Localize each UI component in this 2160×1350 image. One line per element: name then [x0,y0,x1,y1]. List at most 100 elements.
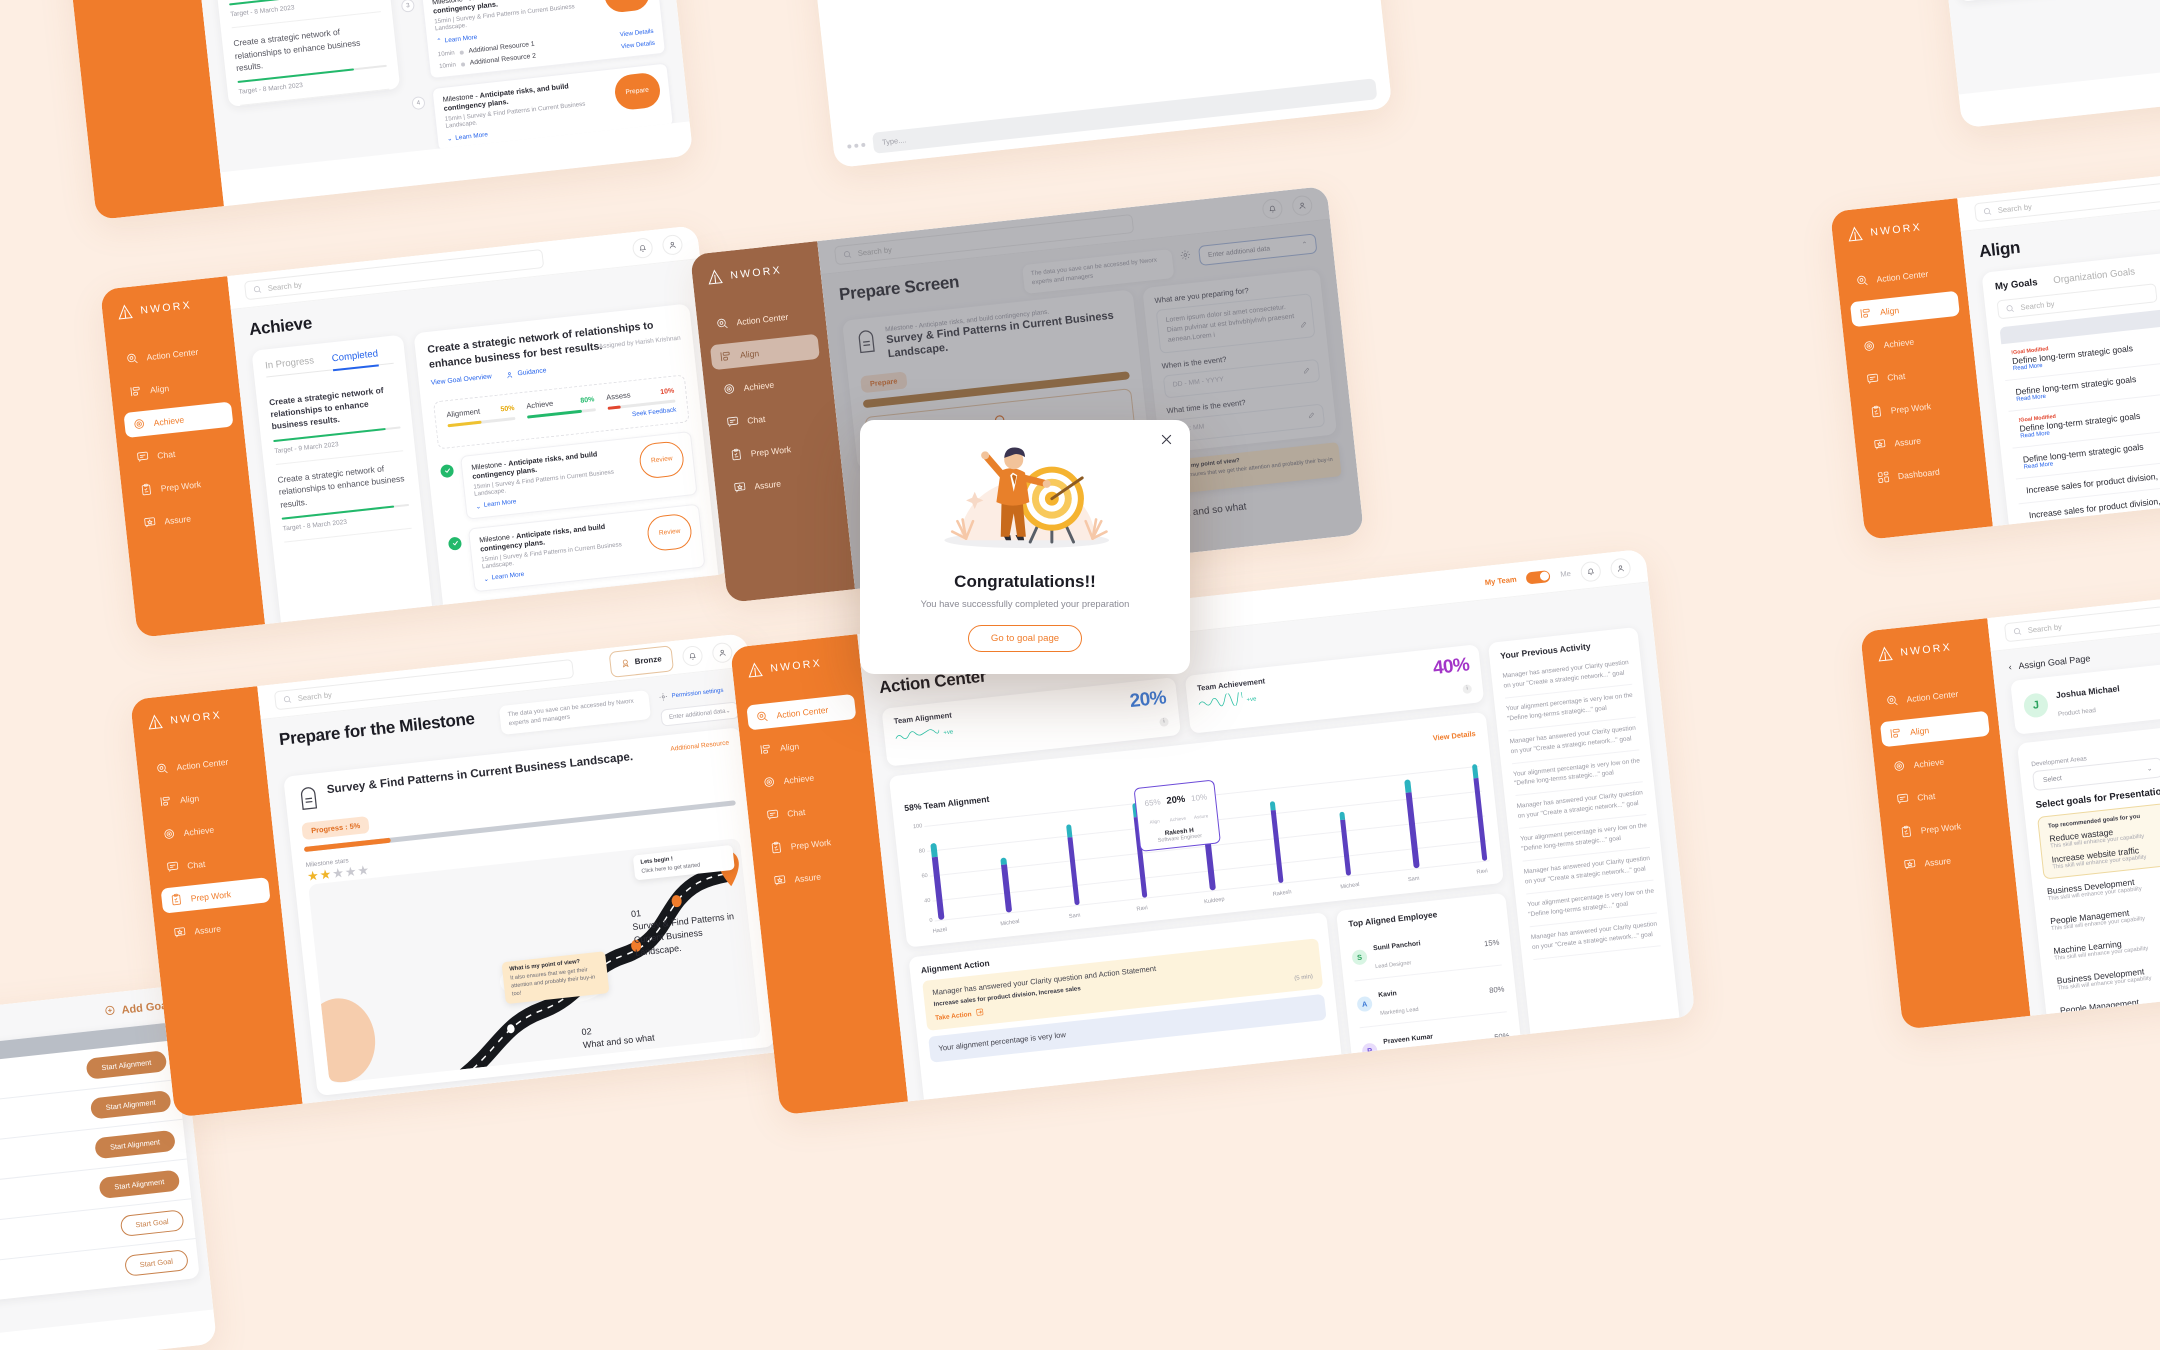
view-details-link[interactable]: View Details [619,28,653,39]
notification-bell-icon[interactable] [631,236,654,259]
start-alignment-button[interactable]: Start Alignment [85,1050,168,1080]
additional-resource-link[interactable]: Additional Resource [670,740,729,753]
start-alignment-button[interactable]: Start Alignment [98,1169,181,1200]
chat-input[interactable]: Type.... [872,78,1378,154]
plus-circle-icon[interactable] [104,1002,117,1021]
more-options-icon[interactable] [847,142,866,149]
sidebar-item-assure[interactable]: Assure [164,910,274,947]
sidebar-item-action-center[interactable]: Action Center [116,336,226,373]
milestone-card[interactable]: Milestone - Anticipate risks, and build … [431,62,674,152]
trend-label: +ve [1246,696,1257,704]
review-button[interactable]: Review [646,512,694,552]
sidebar-item-align[interactable]: Align [120,369,230,406]
sidebar-item-action-center[interactable]: Action Center [746,693,857,731]
resource-duration: 10min [438,61,457,71]
sidebar-item-align[interactable]: Align [709,333,820,371]
sidebar-item-label: Prep Work [750,443,792,459]
sidebar-item-align[interactable]: Align [1879,710,1990,748]
bar-column[interactable] [1403,764,1420,869]
sidebar-item-action-center[interactable]: Action Center [1876,678,1986,715]
sidebar-item-chat[interactable]: Chat [127,434,237,471]
sidebar-item-achieve[interactable]: Achieve [1883,744,1993,781]
info-icon[interactable]: i [1462,683,1473,694]
view-goal-overview-link[interactable]: View Goal Overview [431,373,492,387]
sidebar-item-action-center[interactable]: Action Center [146,746,256,783]
search-icon [2012,627,2022,637]
start-goal-button[interactable]: Start Goal [119,1209,185,1238]
sidebar-item-prep-work[interactable]: Prep Work [131,467,241,504]
sidebar-item-chat[interactable]: Chat [757,792,867,829]
sidebar-item-chat[interactable]: Chat [157,844,267,881]
bar-column[interactable] [1063,801,1080,906]
tab-in-progress[interactable]: In Progress [265,355,315,371]
sidebar-item-chat[interactable]: Chat [1857,356,1967,393]
sidebar-item-chat[interactable]: Chat [1887,776,1997,813]
view-details-link[interactable]: View Details [621,40,655,51]
sidebar-item-achieve[interactable]: Achieve [153,812,263,849]
content: Search by Bronze Prepare for the Milesto… [257,633,792,1104]
prepare-button[interactable]: Prepare [612,71,662,112]
bar-column[interactable] [995,809,1012,913]
sidebar-item-align[interactable]: Align [1849,290,1960,328]
sidebar-item-label: Chat [1886,370,1906,383]
bar-column[interactable] [1335,772,1352,876]
user-avatar-icon[interactable] [661,233,684,256]
tab-completed[interactable]: Completed [331,348,380,371]
search-input[interactable]: Search by [2003,591,2160,643]
list-item[interactable]: Create a strategic network of relationsh… [275,451,412,543]
sidebar-item-action-center[interactable]: Action Center [1846,258,1956,295]
sidebar-item-prep-work[interactable]: Prep Work [761,825,871,862]
sidebar-item-action-center[interactable]: Action Center [706,301,816,338]
bar-column[interactable] [1471,757,1488,862]
sidebar-item-achieve[interactable]: Achieve [713,367,823,404]
sidebar-item-assure[interactable]: Assure [134,500,244,537]
take-action-link[interactable]: Take Action [935,1008,984,1023]
list-item[interactable]: Create a strategic network of relationsh… [231,12,390,107]
sidebar-item-label: Achieve [1913,756,1945,770]
milestone-card[interactable]: Milestone - Anticipate risks, and build … [460,430,698,520]
sidebar-item-achieve[interactable]: Achieve [1853,324,1963,361]
tab-organization-goals[interactable]: Organization Goals [2053,266,2136,286]
start-alignment-button[interactable]: Start Alignment [89,1089,172,1120]
sidebar-item-prep-work[interactable]: Prep Work [721,432,831,469]
review-button[interactable]: Review [638,439,686,480]
prepare-button[interactable]: Prepare [602,0,652,14]
tab-my-goals[interactable]: My Goals [1994,277,2038,293]
sidebar-item-achieve[interactable]: Achieve [123,401,234,439]
sparkline-icon [1198,688,1244,715]
sidebar-item-prep-work[interactable]: Prep Work [1861,389,1971,426]
alignment-action-card: Alignment Action Manager has answered yo… [908,912,1345,1102]
sidebar-item-achieve[interactable]: Achieve [753,760,863,797]
user-avatar-icon[interactable] [1609,556,1632,579]
info-icon[interactable]: i [1159,716,1169,727]
start-goal-button[interactable]: Start Goal [123,1249,189,1277]
sidebar-item-assure[interactable]: Assure [764,858,874,895]
user-avatar-icon[interactable] [711,641,734,664]
target-search-icon [755,709,769,723]
sidebar-item-prep-work[interactable]: Prep Work [160,877,271,914]
team-toggle[interactable] [1525,569,1552,585]
sidebar-item-prep-work[interactable]: Prep Work [1891,809,2001,846]
bar-column[interactable] [927,816,945,921]
bar-column[interactable] [1267,779,1284,884]
notification-bell-icon[interactable] [1579,560,1602,583]
sidebar-item-align[interactable]: Align [750,727,860,764]
milestone-card[interactable]: Milestone - Anticipate risks, and build … [467,503,706,593]
sidebar-item-dashboard[interactable]: Dashboard [1868,455,1978,492]
view-details-link[interactable]: View Details [1432,729,1476,743]
go-to-goal-page-button[interactable]: Go to goal page [967,625,1083,652]
notification-bell-icon[interactable] [681,644,704,667]
sidebar-item-assure[interactable]: Assure [1864,422,1974,459]
permission-settings-link[interactable]: Permission settings [671,688,723,700]
guidance-link[interactable]: Guidance [517,367,547,377]
close-x-icon[interactable] [1159,432,1174,452]
sidebar-item-assure[interactable]: Assure [724,465,834,502]
gear-icon[interactable] [658,688,669,707]
sidebar-item-assure[interactable]: Assure [1894,842,2004,879]
list-item[interactable]: Create a strategic network of relationsh… [267,373,404,466]
sidebar-item-align[interactable]: Align [150,779,260,816]
chevron-left-icon[interactable]: ‹ [2008,662,2012,672]
start-alignment-button[interactable]: Start Alignment [94,1129,176,1160]
sidebar-item-chat[interactable]: Chat [717,399,827,436]
review-button[interactable]: Review [653,584,702,625]
